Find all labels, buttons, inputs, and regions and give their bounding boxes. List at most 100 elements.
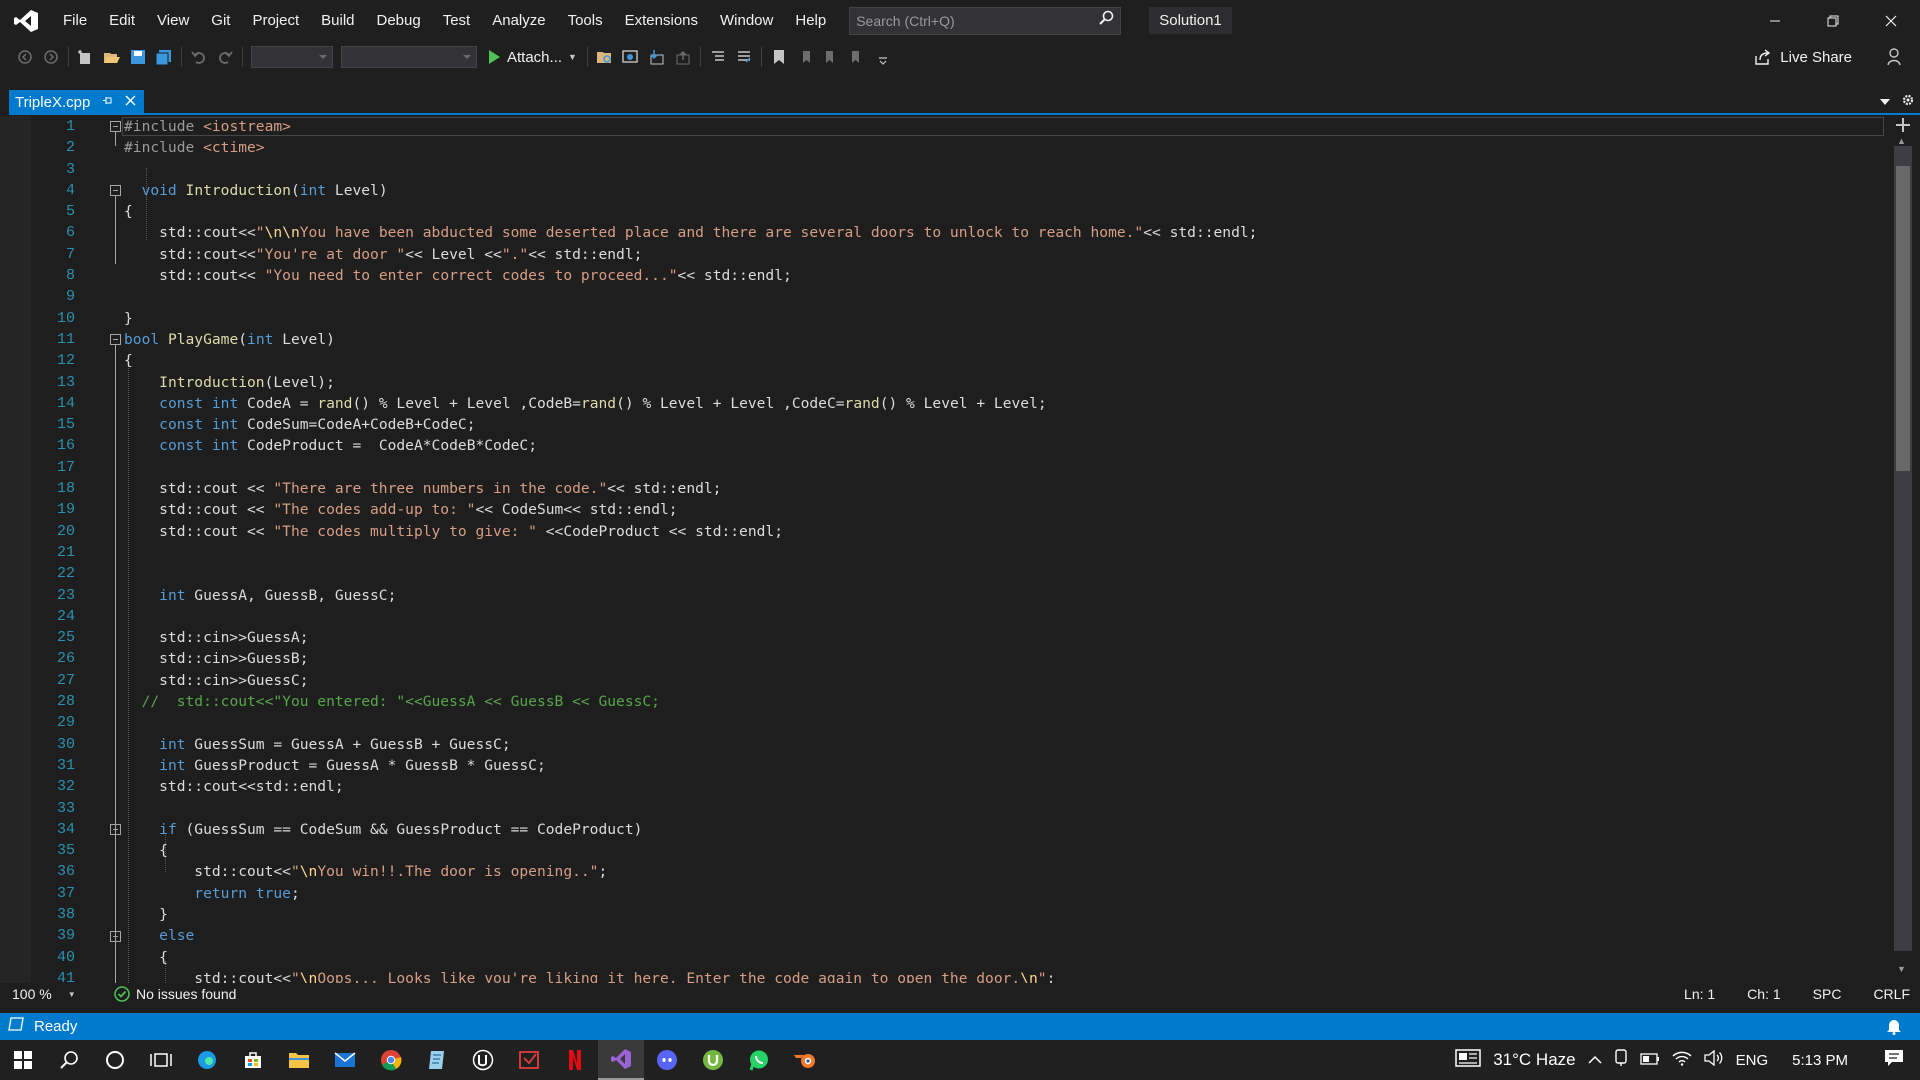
tab-triplex-cpp[interactable]: TripleX.cpp bbox=[9, 90, 145, 114]
tab-list-dropdown-icon[interactable] bbox=[1880, 93, 1890, 111]
line-ending-indicator[interactable]: CRLF bbox=[1873, 986, 1910, 1002]
solution-platforms-dropdown[interactable] bbox=[341, 46, 477, 68]
search-box bbox=[849, 6, 1122, 35]
menu-analyze[interactable]: Analyze bbox=[481, 0, 556, 41]
menu-extensions[interactable]: Extensions bbox=[614, 0, 709, 41]
collapse-region-icon[interactable] bbox=[110, 334, 121, 345]
line-indicator[interactable]: Ln: 1 bbox=[1684, 986, 1715, 1002]
blender-icon[interactable] bbox=[782, 1040, 828, 1080]
toolbar-overflow-icon[interactable] bbox=[870, 45, 896, 69]
microsoft-store-icon[interactable] bbox=[230, 1040, 276, 1080]
restore-icon[interactable] bbox=[1804, 0, 1862, 41]
zoom-dropdown[interactable]: 100 % ▼ bbox=[12, 986, 82, 1002]
input-language[interactable]: ENG bbox=[1736, 1052, 1769, 1069]
issues-indicator[interactable]: No issues found bbox=[114, 986, 236, 1002]
search-icon[interactable] bbox=[1098, 10, 1114, 31]
step-into-icon[interactable] bbox=[644, 45, 670, 69]
wifi-icon[interactable] bbox=[1672, 1050, 1692, 1070]
notifications-bell-icon[interactable] bbox=[1886, 1018, 1902, 1040]
search-input[interactable] bbox=[856, 12, 1099, 29]
taskbar-search-icon[interactable] bbox=[46, 1040, 92, 1080]
minimize-icon[interactable] bbox=[1746, 0, 1804, 41]
undo-icon[interactable] bbox=[186, 45, 212, 69]
clock-time[interactable]: 5:13 PM bbox=[1792, 1052, 1848, 1069]
save-all-icon[interactable] bbox=[151, 45, 177, 69]
comment-lines-icon[interactable] bbox=[705, 45, 731, 69]
chrome-icon[interactable] bbox=[368, 1040, 414, 1080]
clear-bookmarks-icon[interactable] bbox=[844, 45, 870, 69]
feedback-icon[interactable] bbox=[1886, 45, 1906, 72]
close-tab-icon[interactable] bbox=[125, 93, 136, 111]
collapse-region-icon[interactable] bbox=[110, 185, 121, 196]
whatsapp-icon[interactable] bbox=[736, 1040, 782, 1080]
unreal-engine-icon[interactable] bbox=[460, 1040, 506, 1080]
volume-icon[interactable] bbox=[1703, 1049, 1724, 1070]
screenshot-icon[interactable] bbox=[618, 45, 644, 69]
menu-file[interactable]: File bbox=[52, 0, 98, 41]
weather-text[interactable]: 31°C Haze bbox=[1493, 1050, 1575, 1070]
redo-icon[interactable] bbox=[212, 45, 238, 69]
line-number: 8 bbox=[65, 267, 75, 285]
news-widget-icon[interactable] bbox=[1455, 1049, 1481, 1071]
menu-debug[interactable]: Debug bbox=[366, 0, 432, 41]
mail-icon[interactable] bbox=[322, 1040, 368, 1080]
solution-name[interactable]: Solution1 bbox=[1149, 7, 1232, 34]
code-editor[interactable]: 1 2 3 4 5 6 7 8 9 10 11 12 13 14 15 16 1… bbox=[0, 116, 1920, 983]
menu-help[interactable]: Help bbox=[784, 0, 837, 41]
file-explorer-icon[interactable] bbox=[276, 1040, 322, 1080]
notepad-app-icon[interactable] bbox=[414, 1040, 460, 1080]
close-window-icon[interactable] bbox=[1862, 0, 1920, 41]
attach-button[interactable]: Attach... ▼ bbox=[481, 49, 583, 66]
vertical-scrollbar[interactable]: ▲ ▼ bbox=[1886, 116, 1920, 983]
windows-start-icon[interactable] bbox=[0, 1040, 46, 1080]
next-bookmark-icon[interactable] bbox=[818, 45, 844, 69]
find-in-files-icon[interactable] bbox=[592, 45, 618, 69]
settings-gear-icon[interactable] bbox=[1902, 93, 1914, 111]
menu-build[interactable]: Build bbox=[310, 0, 365, 41]
forward-navigate-icon[interactable] bbox=[38, 45, 64, 69]
visual-studio-taskbar-icon[interactable] bbox=[598, 1040, 644, 1080]
pin-icon[interactable] bbox=[102, 93, 113, 111]
bookmark-icon[interactable] bbox=[766, 45, 792, 69]
menu-git[interactable]: Git bbox=[200, 0, 241, 41]
visual-studio-logo-icon[interactable] bbox=[0, 0, 52, 41]
menu-view[interactable]: View bbox=[146, 0, 200, 41]
battery-icon[interactable] bbox=[1639, 1052, 1660, 1069]
scrollbar-thumb[interactable] bbox=[1896, 166, 1910, 471]
edge-browser-icon[interactable] bbox=[184, 1040, 230, 1080]
menu-test[interactable]: Test bbox=[432, 0, 482, 41]
new-project-icon[interactable] bbox=[73, 45, 99, 69]
menu-project[interactable]: Project bbox=[241, 0, 310, 41]
scroll-down-icon[interactable]: ▼ bbox=[1897, 964, 1906, 974]
open-file-icon[interactable] bbox=[99, 45, 125, 69]
utorrent-icon[interactable] bbox=[690, 1040, 736, 1080]
output-window-icon[interactable] bbox=[8, 1017, 24, 1036]
scroll-up-icon[interactable]: ▲ bbox=[1897, 136, 1906, 146]
task-view-icon[interactable] bbox=[138, 1040, 184, 1080]
code-line: std::cout<<"\nOops... Looks like you're … bbox=[124, 969, 1056, 983]
live-share-button[interactable]: Live Share bbox=[1754, 41, 1852, 73]
whitespace-indicator[interactable]: SPC bbox=[1813, 986, 1842, 1002]
show-hidden-icons-chevron-icon[interactable] bbox=[1588, 1052, 1602, 1069]
task-app-icon[interactable] bbox=[506, 1040, 552, 1080]
column-indicator[interactable]: Ch: 1 bbox=[1747, 986, 1780, 1002]
discord-icon[interactable] bbox=[644, 1040, 690, 1080]
split-window-icon[interactable] bbox=[1894, 116, 1912, 134]
menu-edit[interactable]: Edit bbox=[98, 0, 146, 41]
back-navigate-icon[interactable] bbox=[12, 45, 38, 69]
menu-tools[interactable]: Tools bbox=[557, 0, 614, 41]
collapse-region-icon[interactable] bbox=[110, 121, 121, 132]
netflix-icon[interactable] bbox=[552, 1040, 598, 1080]
save-icon[interactable] bbox=[125, 45, 151, 69]
menu-window[interactable]: Window bbox=[709, 0, 784, 41]
meet-now-icon[interactable] bbox=[1614, 1049, 1628, 1071]
collapse-region-icon[interactable] bbox=[110, 931, 121, 942]
previous-bookmark-icon[interactable] bbox=[792, 45, 818, 69]
action-center-icon[interactable] bbox=[1884, 1049, 1904, 1071]
issues-label: No issues found bbox=[136, 986, 237, 1002]
solution-configurations-dropdown[interactable] bbox=[251, 46, 333, 68]
step-out-icon[interactable] bbox=[670, 45, 696, 69]
cortana-icon[interactable] bbox=[92, 1040, 138, 1080]
collapse-region-icon[interactable] bbox=[110, 824, 121, 835]
uncomment-lines-icon[interactable] bbox=[731, 45, 757, 69]
